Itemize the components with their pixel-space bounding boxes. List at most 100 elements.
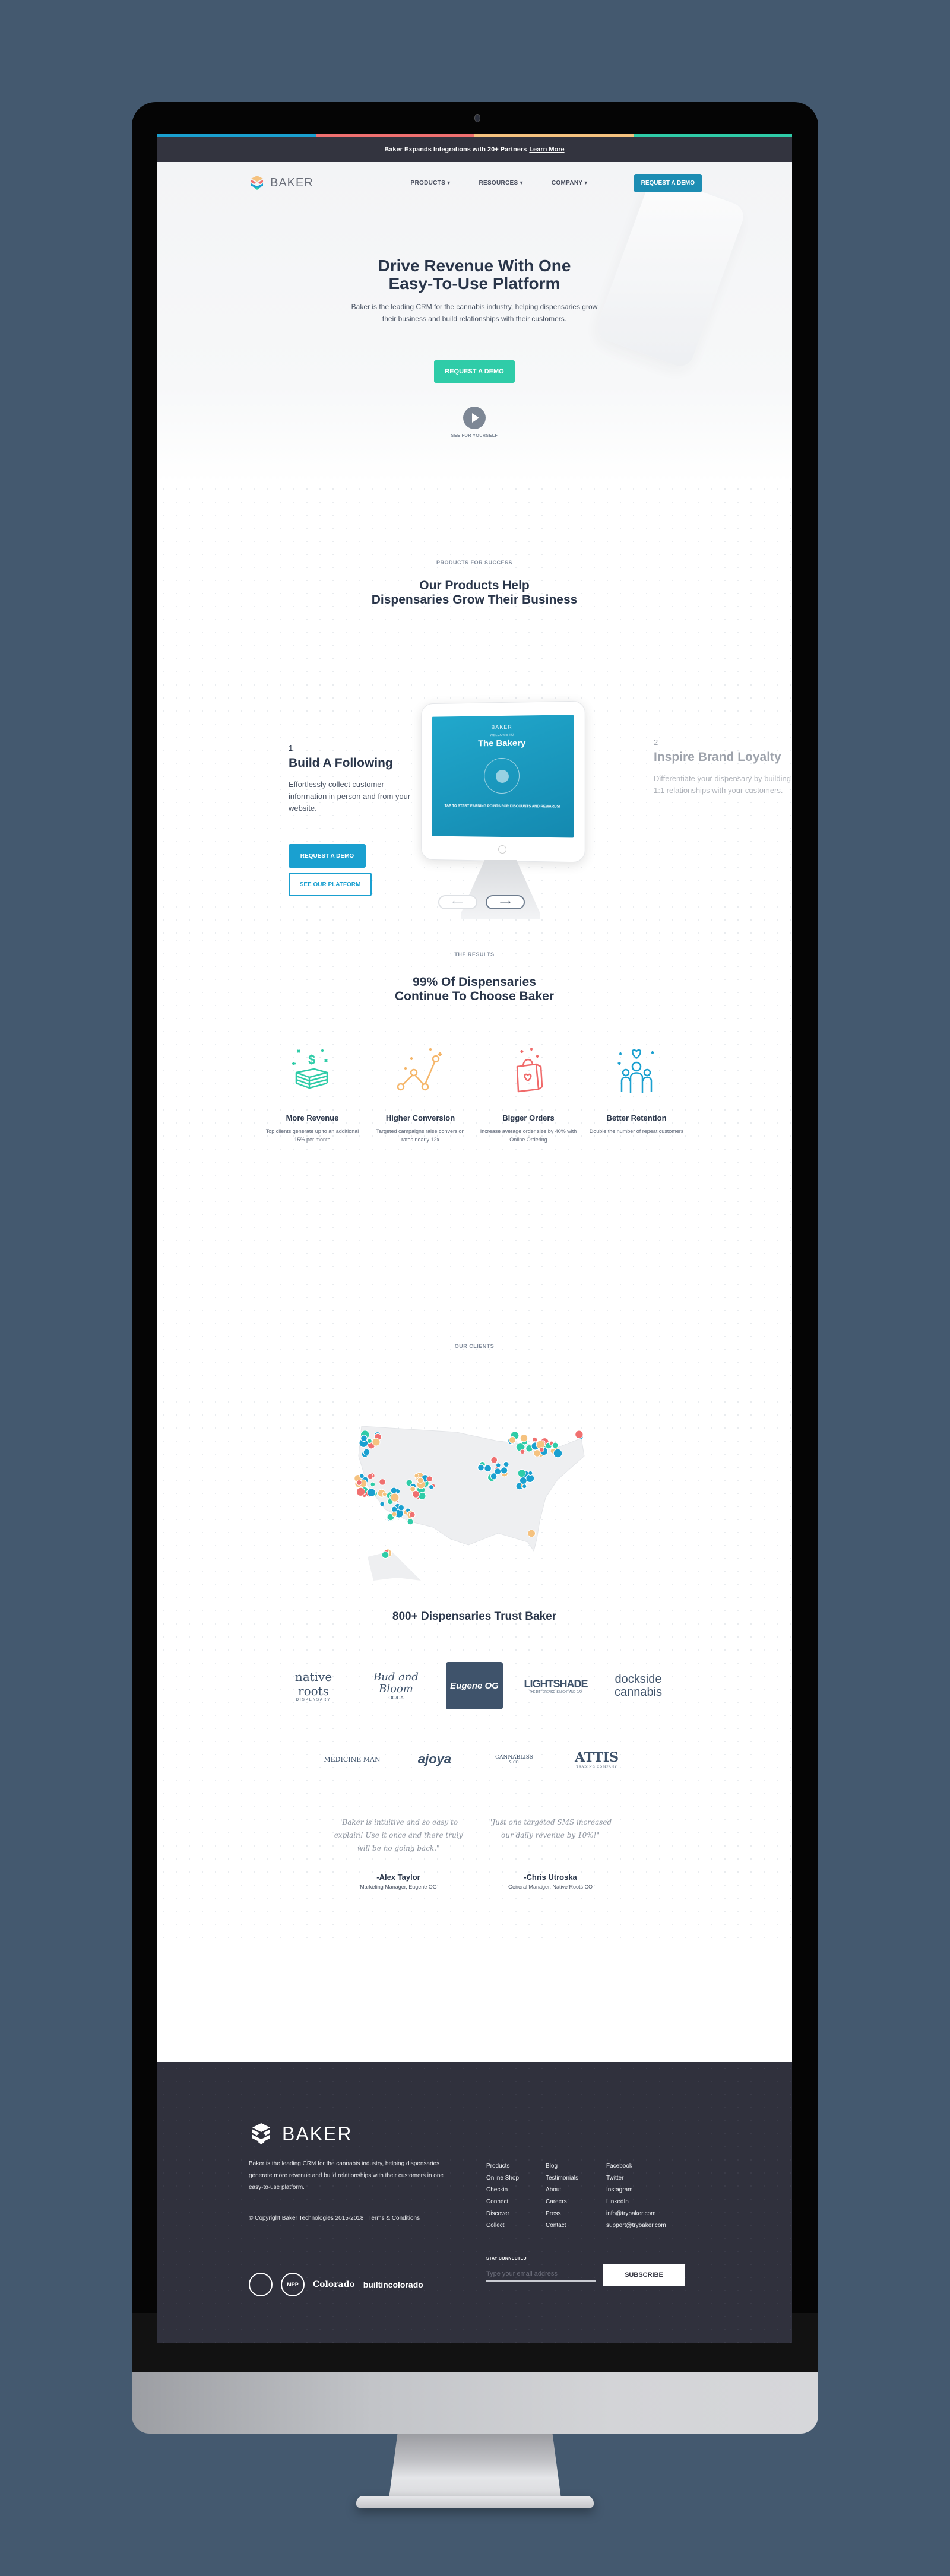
logo-attis: ATTIS TRADING COMPANY: [564, 1733, 629, 1786]
feature-text: Double the number of repeat customers: [589, 1128, 684, 1134]
map-client-dot: [494, 1468, 502, 1476]
map-client-dot: [519, 1477, 527, 1484]
map-client-dot: [522, 1484, 527, 1489]
map-client-dot: [367, 1488, 376, 1498]
badge-mpp-icon: MPP: [281, 2273, 305, 2296]
feature-bigger-orders: Bigger Orders Increase average order siz…: [478, 1044, 579, 1144]
logo-dockside-name: dockside cannabis: [614, 1673, 663, 1699]
footer-link[interactable]: About: [546, 2184, 606, 2196]
map-client-dot: [553, 1448, 563, 1458]
map-client-dot: [418, 1492, 426, 1500]
map-client-dot: [426, 1476, 433, 1483]
map-client-dot: [495, 1463, 501, 1468]
footer-logo[interactable]: BAKER: [249, 2121, 352, 2146]
footer-link[interactable]: Collect: [486, 2220, 546, 2232]
footer-link[interactable]: Checkin: [486, 2184, 546, 2196]
monitor-chin: [132, 2372, 818, 2434]
map-client-dot: [360, 1435, 368, 1442]
map-client-dot: [520, 1449, 525, 1455]
learn-more-link[interactable]: Learn More: [529, 146, 564, 153]
trust-title: 800+ Dispensaries Trust Baker: [392, 1610, 557, 1623]
hero-request-demo-button[interactable]: REQUEST A DEMO: [434, 360, 515, 383]
nav-products[interactable]: PRODUCTS ▾: [411, 180, 451, 186]
feature-text: Targeted campaigns raise conversion rate…: [376, 1128, 465, 1143]
color-bar-blue: [157, 134, 316, 137]
products-title-line1: Our Products Help: [419, 579, 530, 592]
play-icon[interactable]: [463, 407, 486, 429]
tablet-home-button: [498, 845, 506, 854]
nav-company[interactable]: COMPANY ▾: [552, 180, 588, 186]
map-client-dot: [575, 1430, 584, 1439]
footer-link[interactable]: Twitter: [606, 2172, 695, 2184]
map-client-dot: [390, 1493, 400, 1502]
map-client-dot: [359, 1473, 365, 1479]
slide-number: 2: [654, 738, 658, 747]
footer-copyright[interactable]: © Copyright Baker Technologies 2015-2018…: [249, 2213, 427, 2225]
nav-links: PRODUCTS ▾ RESOURCES ▾ COMPANY ▾ REQUEST…: [411, 173, 702, 192]
footer-link[interactable]: Products: [486, 2161, 546, 2172]
footer-link[interactable]: Instagram: [606, 2184, 695, 2196]
badge-seal-icon: [249, 2273, 273, 2296]
testimonial-card: "Baker is intuitive and so easy to expla…: [333, 1816, 464, 1890]
footer-link[interactable]: Careers: [546, 2196, 606, 2208]
map-client-dot: [477, 1464, 484, 1471]
slide-text: Effortlessly collect customer informatio…: [289, 780, 411, 813]
logo-ajoya-name: ajoya: [417, 1752, 452, 1766]
subscribe-button[interactable]: SUBSCRIBE: [603, 2264, 685, 2286]
hero-title-line2: Easy-To-Use Platform: [388, 274, 560, 293]
color-bar: [157, 134, 792, 137]
see-our-platform-button[interactable]: SEE OUR PLATFORM: [289, 873, 372, 896]
map-client-dot: [356, 1479, 362, 1486]
carousel-next-button[interactable]: ⟶: [486, 895, 525, 909]
map-client-dot: [407, 1518, 414, 1525]
footer-link[interactable]: Blog: [546, 2161, 606, 2172]
website-screen: Baker Expands Integrations with 20+ Part…: [157, 134, 792, 2343]
products-title-line2: Dispensaries Grow Their Business: [371, 593, 578, 607]
map-client-dot: [414, 1473, 419, 1479]
nav-resources[interactable]: RESOURCES ▾: [479, 180, 522, 186]
map-client-dot: [429, 1484, 434, 1490]
map-client-dot: [500, 1467, 508, 1474]
newsletter-email-input[interactable]: [486, 2267, 596, 2282]
footer-link[interactable]: LinkedIn: [606, 2196, 695, 2208]
logo-cannabliss-sub: & CO.: [508, 1760, 520, 1765]
feature-more-revenue: $ More Revenue Top clients generate up t…: [262, 1044, 363, 1144]
map-client-dot: [528, 1470, 533, 1476]
testimonial-name: -Alex Taylor: [376, 1873, 420, 1882]
map-client-dot: [398, 1504, 405, 1511]
footer-link[interactable]: Facebook: [606, 2161, 695, 2172]
map-client-dot: [367, 1473, 373, 1480]
results-title: 99% Of Dispensaries Continue To Choose B…: [157, 975, 792, 1004]
footer-link[interactable]: Online Shop: [486, 2172, 546, 2184]
footer-link[interactable]: Connect: [486, 2196, 546, 2208]
logo-bud-and-bloom-sub: OC/CA: [388, 1695, 404, 1701]
footer-link[interactable]: Press: [546, 2208, 606, 2220]
tablet-cta: TAP TO START EARNING POINTS FOR DISCOUNT…: [444, 804, 560, 809]
footer-link[interactable]: Testimonials: [546, 2172, 606, 2184]
carousel-prev-button[interactable]: ⟵: [438, 895, 477, 909]
logo-lightshade-name: LIGHTSHADE: [524, 1677, 588, 1690]
logo[interactable]: BAKER: [249, 175, 314, 191]
map-client-dot: [490, 1456, 498, 1464]
products-section: PRODUCTS FOR SUCCESS Our Products Help D…: [157, 483, 792, 934]
hero-section: BAKER PRODUCTS ▾ RESOURCES ▾ COMPANY ▾ R…: [157, 162, 792, 483]
logo-eugene-og: Eugene OG: [446, 1662, 503, 1709]
footer-link[interactable]: info@trybaker.com: [606, 2208, 695, 2220]
logo-lightshade: LIGHTSHADE THE DIFFERENCE IS NIGHT AND D…: [523, 1659, 588, 1712]
baker-logo-icon: [252, 2123, 270, 2144]
shopping-bag-icon: [516, 1048, 543, 1093]
footer-link[interactable]: Discover: [486, 2208, 546, 2220]
footer-link[interactable]: support@trybaker.com: [606, 2220, 695, 2232]
people-heart-icon: [618, 1049, 654, 1093]
logo-dockside-cannabis: dockside cannabis: [609, 1659, 668, 1712]
map-client-dot: [356, 1487, 366, 1496]
slide-request-demo-button[interactable]: REQUEST A DEMO: [289, 844, 366, 868]
announcement-text: Baker Expands Integrations with 20+ Part…: [384, 146, 527, 153]
color-bar-red: [315, 134, 474, 137]
logo-lightshade-sub: THE DIFFERENCE IS NIGHT AND DAY: [529, 1690, 582, 1694]
map-client-dot: [552, 1442, 559, 1449]
map-client-dot: [382, 1492, 387, 1497]
nav-request-demo-button[interactable]: REQUEST A DEMO: [634, 173, 702, 192]
footer-link[interactable]: Contact: [546, 2220, 606, 2232]
clients-eyebrow: OUR CLIENTS: [454, 1343, 495, 1349]
